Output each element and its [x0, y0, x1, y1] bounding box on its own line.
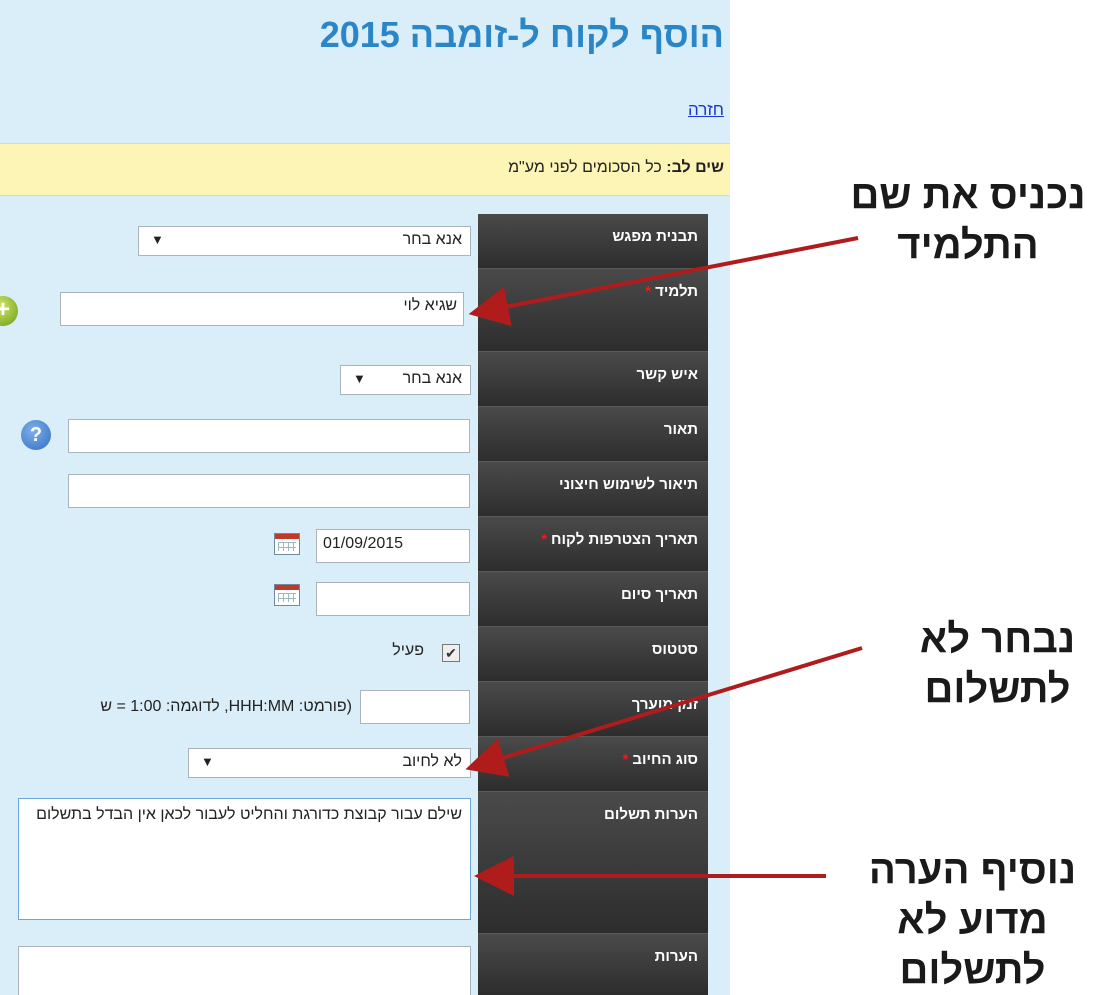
- arrow-to-billing-type: [465, 646, 863, 777]
- annotation-choose-no-payment: נבחר לא לתשלום: [919, 617, 1076, 711]
- arrow-to-student: [468, 236, 859, 327]
- annotation-add-note: נוסיף הערה מדוע לא לתשלום: [868, 848, 1077, 992]
- annotation-enter-student: נכניס את שם התלמיד: [850, 173, 1086, 267]
